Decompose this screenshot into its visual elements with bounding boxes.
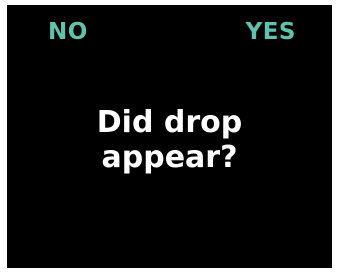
- yes-button[interactable]: YES: [246, 18, 296, 46]
- prompt-line-1: Did drop: [96, 105, 243, 140]
- no-button[interactable]: NO: [48, 18, 88, 46]
- device-screen: NO YES Did drop appear?: [7, 5, 332, 268]
- prompt-line-2: appear?: [101, 140, 238, 175]
- prompt-text: Did drop appear?: [7, 105, 332, 175]
